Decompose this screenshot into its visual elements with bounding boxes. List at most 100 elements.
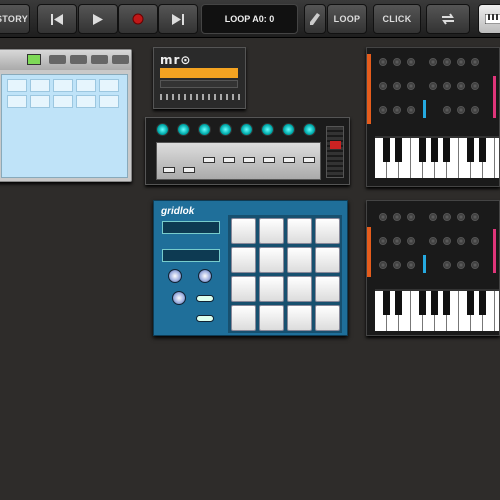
- grid-cell[interactable]: [76, 95, 96, 108]
- synth-knob[interactable]: [429, 237, 437, 245]
- black-key[interactable]: [395, 291, 402, 315]
- channel-fader[interactable]: [283, 157, 295, 163]
- black-key[interactable]: [419, 138, 426, 162]
- channel-knob[interactable]: [261, 123, 274, 136]
- synth-keyboard[interactable]: [375, 136, 499, 178]
- channel-fader[interactable]: [243, 157, 255, 163]
- gridlok-toggle[interactable]: [196, 315, 214, 322]
- channel-knob[interactable]: [240, 123, 253, 136]
- black-key[interactable]: [467, 138, 474, 162]
- synth-knob[interactable]: [457, 106, 465, 114]
- synth-knob[interactable]: [379, 58, 387, 66]
- drum-pad[interactable]: [315, 305, 340, 331]
- forward-button[interactable]: [158, 4, 198, 34]
- drum-pad[interactable]: [315, 247, 340, 273]
- synth-knob[interactable]: [379, 106, 387, 114]
- drum-pad[interactable]: [287, 305, 312, 331]
- black-key[interactable]: [383, 291, 390, 315]
- synth-knob[interactable]: [393, 58, 401, 66]
- play-button[interactable]: [78, 4, 118, 34]
- synth-knob[interactable]: [471, 106, 479, 114]
- synth-knob[interactable]: [443, 58, 451, 66]
- repeat-button[interactable]: [426, 4, 470, 34]
- drum-pad[interactable]: [231, 305, 256, 331]
- drum-pad[interactable]: [231, 218, 256, 244]
- drum-pad[interactable]: [231, 247, 256, 273]
- channel-knob[interactable]: [219, 123, 232, 136]
- synth-knob[interactable]: [457, 237, 465, 245]
- black-key[interactable]: [395, 138, 402, 162]
- synth-knob[interactable]: [429, 58, 437, 66]
- sequencer-grid[interactable]: [1, 74, 128, 178]
- drum-pad[interactable]: [259, 218, 284, 244]
- channel-knob[interactable]: [198, 123, 211, 136]
- loop-button[interactable]: LOOP: [327, 4, 367, 34]
- synth-knob[interactable]: [471, 237, 479, 245]
- channel-knob[interactable]: [177, 123, 190, 136]
- drum-pad[interactable]: [259, 305, 284, 331]
- synth-knob[interactable]: [407, 261, 415, 269]
- sequencer-mode-button[interactable]: [70, 55, 87, 64]
- channel-knob[interactable]: [282, 123, 295, 136]
- synth-knob[interactable]: [379, 82, 387, 90]
- synth-knob[interactable]: [393, 213, 401, 221]
- gridlok-knob[interactable]: [168, 269, 182, 283]
- synth-knob[interactable]: [407, 58, 415, 66]
- grid-cell[interactable]: [99, 79, 119, 92]
- channel-knob[interactable]: [303, 123, 316, 136]
- edit-button[interactable]: [304, 4, 326, 34]
- synth-knob[interactable]: [429, 82, 437, 90]
- drum-pad[interactable]: [315, 218, 340, 244]
- mro-module[interactable]: mr⊙: [153, 47, 246, 109]
- drum-pad[interactable]: [315, 276, 340, 302]
- synth-knob[interactable]: [393, 106, 401, 114]
- black-key[interactable]: [419, 291, 426, 315]
- black-key[interactable]: [443, 138, 450, 162]
- channel-fader[interactable]: [163, 167, 175, 173]
- synth-knob[interactable]: [379, 237, 387, 245]
- channel-fader[interactable]: [263, 157, 275, 163]
- grid-cell[interactable]: [7, 95, 27, 108]
- synth-keyboard[interactable]: [375, 289, 499, 331]
- grid-cell[interactable]: [30, 79, 50, 92]
- gridlok-toggle[interactable]: [196, 295, 214, 302]
- sequencer-mode-button[interactable]: [112, 55, 129, 64]
- synth-knob[interactable]: [471, 82, 479, 90]
- channel-fader[interactable]: [303, 157, 315, 163]
- channel-fader[interactable]: [183, 167, 195, 173]
- synth-knob[interactable]: [443, 106, 451, 114]
- black-key[interactable]: [479, 291, 486, 315]
- rewind-button[interactable]: [37, 4, 77, 34]
- gridlok-knob[interactable]: [198, 269, 212, 283]
- gridlok-pattern-selector[interactable]: [162, 249, 220, 262]
- black-key[interactable]: [431, 138, 438, 162]
- grid-cell[interactable]: [76, 79, 96, 92]
- sequencer-mode-button[interactable]: [49, 55, 66, 64]
- synth-module-1[interactable]: [366, 47, 500, 187]
- sequencer-module[interactable]: [0, 49, 132, 182]
- synth-knob[interactable]: [407, 82, 415, 90]
- synth-knob[interactable]: [393, 237, 401, 245]
- synth-knob[interactable]: [407, 237, 415, 245]
- keyboard-button[interactable]: [478, 4, 500, 34]
- synth-knob[interactable]: [471, 261, 479, 269]
- channel-fader[interactable]: [223, 157, 235, 163]
- synth-module-2[interactable]: [366, 200, 500, 336]
- synth-knob[interactable]: [443, 237, 451, 245]
- black-key[interactable]: [467, 291, 474, 315]
- channel-knob[interactable]: [156, 123, 169, 136]
- gridlok-module[interactable]: gridlok: [153, 200, 348, 336]
- synth-knob[interactable]: [379, 261, 387, 269]
- grid-cell[interactable]: [30, 95, 50, 108]
- mro-selector[interactable]: [160, 80, 238, 88]
- synth-knob[interactable]: [457, 58, 465, 66]
- grid-cell[interactable]: [7, 79, 27, 92]
- grid-cell[interactable]: [53, 79, 73, 92]
- synth-knob[interactable]: [429, 213, 437, 221]
- synth-knob[interactable]: [471, 58, 479, 66]
- mixer-module[interactable]: [145, 117, 350, 185]
- channel-fader[interactable]: [203, 157, 215, 163]
- sequencer-mode-button[interactable]: [91, 55, 108, 64]
- grid-cell[interactable]: [53, 95, 73, 108]
- drum-pad[interactable]: [231, 276, 256, 302]
